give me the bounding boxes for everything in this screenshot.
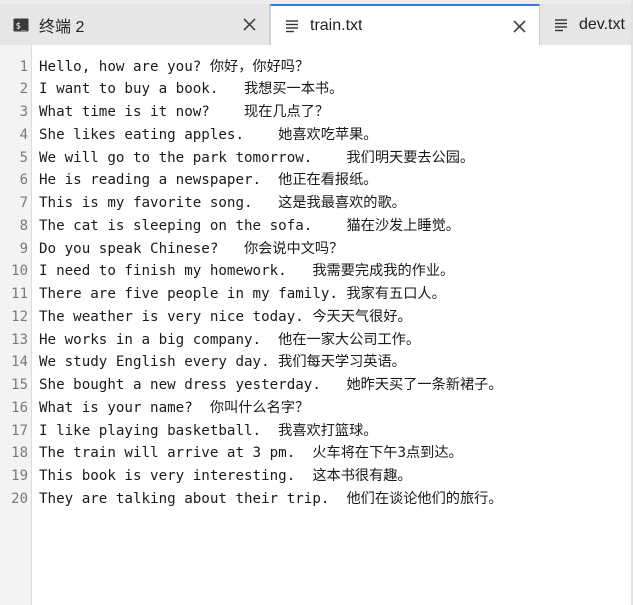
terminal-icon: $_	[12, 16, 30, 34]
line-number: 20	[11, 490, 28, 507]
document-icon	[283, 17, 301, 35]
line-number: 18	[11, 445, 28, 462]
text-line[interactable]: What is your name? 你叫什么名字？	[39, 397, 309, 420]
line-number: 6	[19, 172, 28, 189]
line-number: 3	[19, 104, 28, 120]
close-icon	[242, 18, 256, 31]
text-line[interactable]: They are talking about their trip. 他们在谈论…	[39, 488, 503, 511]
line-number: 1	[19, 58, 28, 75]
line-number: 16	[11, 399, 28, 416]
line-number: 12	[11, 308, 28, 325]
text-line[interactable]: I like playing basketball. 我喜欢打篮球。	[39, 420, 377, 443]
tab-train-txt[interactable]: train.txt	[270, 4, 540, 46]
line-number: 14	[11, 354, 28, 371]
text-line[interactable]: He is reading a newspaper. 他正在看报纸。	[39, 169, 377, 192]
text-line[interactable]: I need to finish my homework. 我需要完成我的作业。	[39, 260, 454, 283]
text-line[interactable]: The weather is very nice today. 今天天气很好。	[39, 306, 412, 329]
svg-text:$_: $_	[16, 21, 27, 31]
line-number: 9	[19, 240, 28, 257]
text-line[interactable]: She bought a new dress yesterday. 她昨天买了一…	[39, 374, 503, 397]
text-line[interactable]: Hello, how are you? 你好，你好吗？	[39, 56, 309, 79]
line-number: 5	[19, 149, 28, 166]
line-number: 11	[11, 286, 28, 302]
text-line[interactable]: I want to buy a book. 我想买一本书。	[39, 78, 343, 101]
tab-terminal-2[interactable]: $_ 终端 2	[0, 4, 270, 45]
document-icon	[552, 16, 570, 34]
text-line[interactable]: He works in a big company. 他在一家大公司工作。	[39, 329, 420, 352]
close-icon	[512, 19, 526, 33]
line-number-gutter: 1 2 3 4 5 6 7 8 9 10 11 12 13 14 15 16 17 18 19 20	[0, 45, 32, 605]
text-line[interactable]: What time is it now? 现在几点了？	[39, 101, 329, 124]
text-line[interactable]: This book is very interesting. 这本书很有趣。	[39, 465, 412, 488]
line-number: 15	[11, 377, 28, 393]
text-line[interactable]: Do you speak Chinese? 你会说中文吗？	[39, 238, 343, 261]
line-number: 17	[11, 422, 28, 439]
text-editor: 1 2 3 4 5 6 7 8 9 10 11 12 13 14 15 16 17 18 19 20 Hello, h…	[0, 45, 633, 605]
text-line[interactable]: There are five people in my family. 我家有五…	[39, 283, 446, 306]
text-line[interactable]: We will go to the park tomorrow. 我们明天要去公…	[39, 147, 474, 170]
tab-label: dev.txt	[579, 15, 625, 33]
close-tab-button[interactable]	[241, 17, 257, 33]
text-line[interactable]: She likes eating apples. 她喜欢吃苹果。	[39, 124, 377, 147]
tab-bar: $_ 终端 2 train.txt dev.txt	[0, 0, 633, 46]
text-line[interactable]: The cat is sleeping on the sofa. 猫在沙发上睡觉…	[39, 215, 460, 238]
tab-label: train.txt	[310, 17, 363, 34]
text-line[interactable]: This is my favorite song. 这是我最喜欢的歌。	[39, 192, 406, 215]
tab-label: 终端 2	[39, 18, 85, 36]
editor-window: $_ 终端 2 train.txt dev.txt 1 2 3 4 5 6 7 …	[0, 0, 633, 605]
line-number: 10	[11, 263, 28, 280]
text-area[interactable]: Hello, how are you? 你好，你好吗？ I want to buy…	[32, 45, 633, 605]
line-number: 7	[19, 195, 28, 211]
line-number: 13	[11, 331, 28, 348]
close-tab-button[interactable]	[511, 18, 527, 34]
line-number: 2	[19, 81, 28, 98]
tab-dev-txt[interactable]: dev.txt	[540, 4, 633, 45]
text-line[interactable]: We study English every day. 我们每天学习英语。	[39, 351, 406, 374]
line-number: 4	[19, 126, 28, 143]
line-number: 19	[11, 468, 28, 484]
text-line[interactable]: The train will arrive at 3 pm. 火车将在下午3点到…	[39, 442, 463, 465]
line-number: 8	[19, 217, 28, 234]
